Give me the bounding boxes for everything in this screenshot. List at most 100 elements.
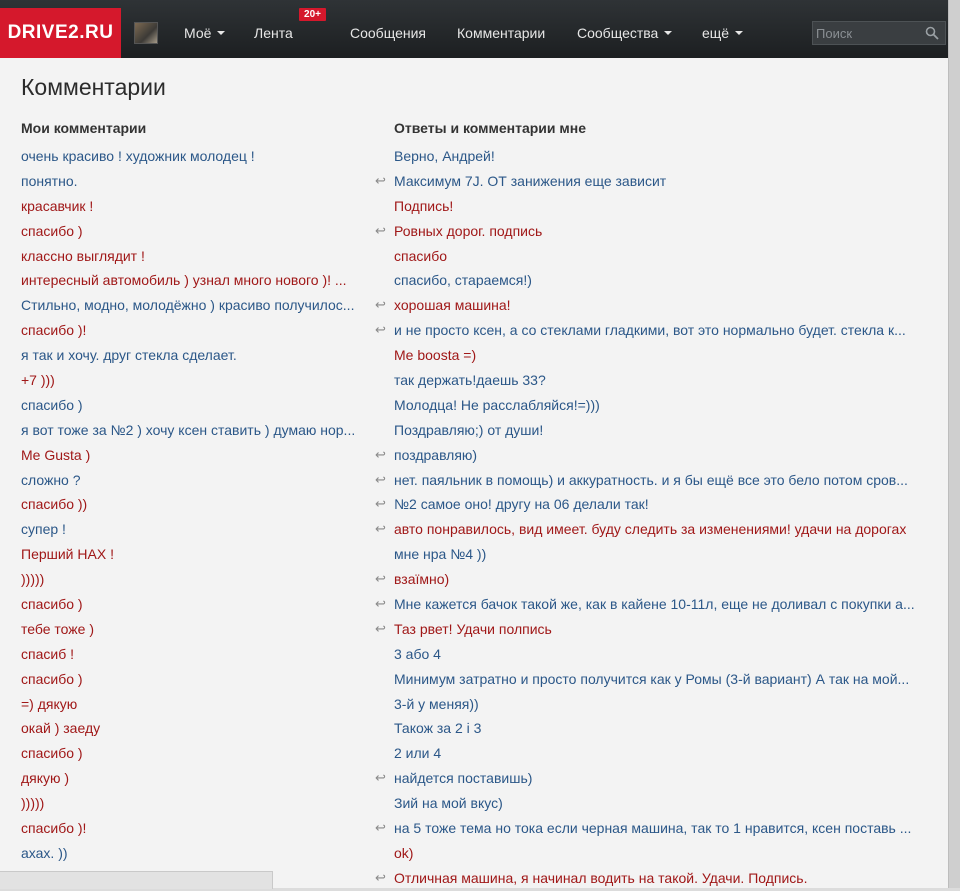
reply-link[interactable]: спасибо, стараемся!) — [394, 268, 532, 293]
reply-arrow-icon: ↩ — [375, 770, 386, 786]
reply-item: ↩ Отличная машина, я начинал водить на та… — [375, 866, 926, 891]
nav-item-lenta[interactable]: Лента — [254, 25, 293, 41]
chevron-down-icon — [217, 31, 226, 35]
reply-item: ↩ №2 самое оно! другу на 06 делали так! — [375, 492, 926, 517]
my-comment-link[interactable]: очень красиво ! художник молодец ! — [21, 144, 361, 169]
reply-link[interactable]: так держать!даешь 33? — [394, 368, 546, 393]
reply-link[interactable]: и не просто ксен, а со стеклами гладкими… — [394, 318, 906, 343]
reply-link[interactable]: №2 самое оно! другу на 06 делали так! — [394, 492, 649, 517]
nav-item-more[interactable]: ещё — [702, 25, 744, 41]
reply-link[interactable]: 3 або 4 — [394, 642, 441, 667]
my-comment-link[interactable]: супер ! — [21, 517, 361, 542]
lenta-count-badge: 20+ — [299, 8, 326, 21]
my-comment-link[interactable]: Перший НАХ ! — [21, 542, 361, 567]
reply-link[interactable]: Зий на мой вкус) — [394, 791, 503, 816]
reply-item: Поздравляю;) от души! — [394, 418, 926, 443]
reply-link[interactable]: Верно, Андрей! — [394, 144, 495, 169]
my-comment-link[interactable]: ))))) — [21, 567, 361, 592]
reply-item: ↩ Максимум 7J. ОТ занижения еще зависит — [375, 169, 926, 194]
search-input[interactable] — [816, 24, 921, 42]
reply-item: ↩ Таз рвет! Удачи полпись — [375, 617, 926, 642]
reply-link[interactable]: найдется поставишь) — [394, 766, 532, 791]
nav-item-messages[interactable]: Сообщения — [350, 25, 426, 41]
reply-link[interactable]: Ровных дорог. подпись — [394, 219, 542, 244]
reply-arrow-icon: ↩ — [375, 496, 386, 512]
reply-link[interactable]: спасибо — [394, 244, 447, 269]
reply-item: ↩ Ровных дорог. подпись — [375, 219, 926, 244]
my-comment-link[interactable]: Стильно, модно, молодёжно ) красиво полу… — [21, 293, 361, 318]
my-comment-link[interactable]: +7 ))) — [21, 368, 361, 393]
my-comment-link[interactable]: спасибо )! — [21, 816, 361, 841]
reply-link[interactable]: Також за 2 і 3 — [394, 716, 481, 741]
reply-link[interactable]: взаїмно) — [394, 567, 449, 592]
my-comment-link[interactable]: спасибо )! — [21, 318, 361, 343]
my-comment-link[interactable]: спасибо ) — [21, 741, 361, 766]
reply-arrow-icon: ↩ — [375, 322, 386, 338]
nav-item-label: Лента — [254, 25, 293, 41]
my-comment-link[interactable]: тебе тоже ) — [21, 617, 361, 642]
reply-link[interactable]: Минимум затратно и просто получится как … — [394, 667, 909, 692]
reply-item: ↩ и не просто ксен, а со стеклами гладким… — [375, 318, 926, 343]
reply-item: ↩ Мне кажется бачок такой же, как в кайен… — [375, 592, 926, 617]
reply-item: Подпись! — [394, 194, 926, 219]
reply-item: ↩ хорошая машина! — [375, 293, 926, 318]
nav-item-communities[interactable]: Сообщества — [577, 25, 673, 41]
reply-link[interactable]: хорошая машина! — [394, 293, 511, 318]
user-avatar[interactable] — [134, 22, 158, 44]
my-comment-link[interactable]: я так и хочу. друг стекла сделает. — [21, 343, 361, 368]
reply-link[interactable]: нет. паяльник в помощь) и аккуратность. … — [394, 468, 908, 493]
site-logo[interactable]: DRIVE2.RU — [0, 8, 121, 58]
my-comment-link[interactable]: спасибо ) — [21, 667, 361, 692]
reply-item: 3-й у меняя)) — [394, 692, 926, 717]
reply-link[interactable]: Отличная машина, я начинал водить на так… — [394, 866, 808, 891]
search-icon[interactable] — [925, 26, 939, 40]
my-comment-link[interactable]: спасиб ! — [21, 642, 361, 667]
page-title: Комментарии — [21, 74, 166, 100]
search-box — [812, 21, 946, 45]
reply-link[interactable]: Поздравляю;) от души! — [394, 418, 543, 443]
scrollbar[interactable] — [948, 0, 960, 888]
my-comment-link[interactable]: ))))) — [21, 791, 361, 816]
my-comment-link[interactable]: спасибо ) — [21, 393, 361, 418]
nav-item-moe[interactable]: Моё — [184, 25, 226, 41]
reply-link[interactable]: Таз рвет! Удачи полпись — [394, 617, 552, 642]
my-comment-link[interactable]: сложно ? — [21, 468, 361, 493]
my-comment-link[interactable]: красавчик ! — [21, 194, 361, 219]
nav-item-comments[interactable]: Комментарии — [457, 25, 545, 41]
my-comment-link[interactable]: классно выглядит ! — [21, 244, 361, 269]
reply-link[interactable]: Мне кажется бачок такой же, как в кайене… — [394, 592, 915, 617]
reply-link[interactable]: 2 или 4 — [394, 741, 441, 766]
my-comment-link[interactable]: ахах. )) — [21, 841, 361, 866]
my-comment-link[interactable]: Me Gusta ) — [21, 443, 361, 468]
reply-link[interactable]: Me boosta =) — [394, 343, 476, 368]
my-comment-link[interactable]: понятно. — [21, 169, 361, 194]
nav-item-label: Сообщества — [577, 25, 659, 41]
reply-item: Me boosta =) — [394, 343, 926, 368]
reply-arrow-icon: ↩ — [375, 297, 386, 313]
reply-link[interactable]: Подпись! — [394, 194, 453, 219]
reply-item: так держать!даешь 33? — [394, 368, 926, 393]
my-comment-link[interactable]: =) дякую — [21, 692, 361, 717]
nav-item-label: Сообщения — [350, 25, 426, 41]
my-comment-link[interactable]: интересный автомобиль ) узнал много ново… — [21, 268, 361, 293]
reply-link[interactable]: авто понравилось, вид имеет. буду следит… — [394, 517, 906, 542]
reply-link[interactable]: поздравляю) — [394, 443, 477, 468]
reply-arrow-icon: ↩ — [375, 446, 386, 462]
my-comment-link[interactable]: дякую ) — [21, 766, 361, 791]
my-comment-link[interactable]: спасибо ) — [21, 219, 361, 244]
my-comment-link[interactable]: спасибо )) — [21, 492, 361, 517]
my-comment-link[interactable]: спасибо ) — [21, 592, 361, 617]
reply-link[interactable]: Молодца! Не расслабляйся!=))) — [394, 393, 600, 418]
reply-link[interactable]: Максимум 7J. ОТ занижения еще зависит — [394, 169, 666, 194]
reply-link[interactable]: 3-й у меняя)) — [394, 692, 479, 717]
reply-item: Зий на мой вкус) — [394, 791, 926, 816]
reply-link[interactable]: на 5 тоже тема но тока если черная машин… — [394, 816, 911, 841]
reply-arrow-icon: ↩ — [375, 521, 386, 537]
my-comment-link[interactable]: я вот тоже за №2 ) хочу ксен ставить ) д… — [21, 418, 361, 443]
reply-link[interactable]: ok) — [394, 841, 413, 866]
reply-link[interactable]: мне нра №4 )) — [394, 542, 486, 567]
reply-item: спасибо, стараемся!) — [394, 268, 926, 293]
bottom-status-strip — [0, 871, 273, 889]
reply-item: Також за 2 і 3 — [394, 716, 926, 741]
my-comment-link[interactable]: окай ) заеду — [21, 716, 361, 741]
